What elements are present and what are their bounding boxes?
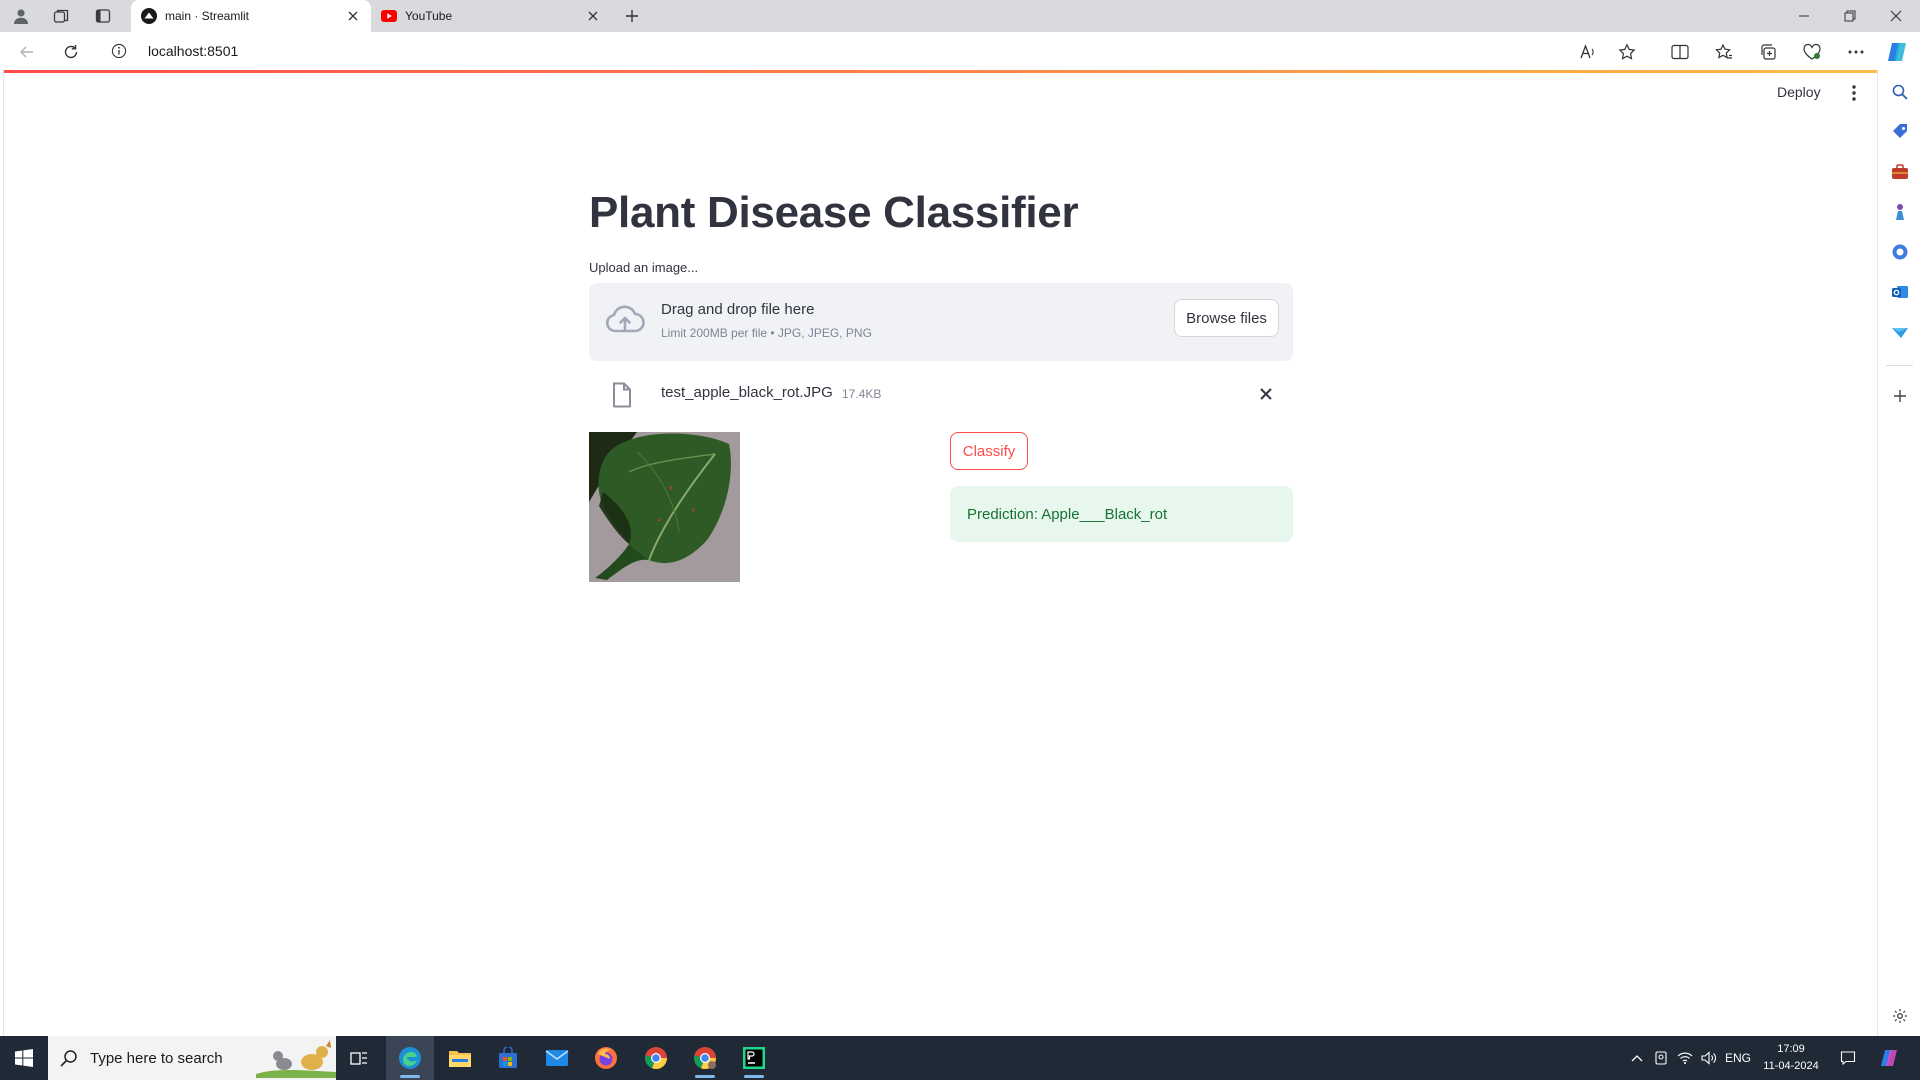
tab-title: main · Streamlit — [165, 9, 250, 23]
sidebar-separator — [1886, 365, 1913, 366]
browser-tab-strip: main · Streamlit YouTube — [0, 0, 1920, 32]
profile-icon[interactable] — [10, 5, 32, 27]
close-tab-icon[interactable] — [585, 8, 601, 24]
taskbar-chrome-profile-icon[interactable] — [681, 1036, 729, 1080]
clock-time: 17:09 — [1777, 1043, 1805, 1055]
windows-taskbar: Type here to search ENG 17:09 11-04-2024 — [0, 1036, 1920, 1080]
show-hidden-icons-icon[interactable] — [1626, 1036, 1648, 1080]
cloud-upload-icon — [605, 303, 645, 339]
search-highlight-illustration-icon — [256, 1040, 336, 1078]
tab-streamlit[interactable]: main · Streamlit — [131, 0, 371, 32]
remove-file-icon[interactable] — [1257, 385, 1275, 403]
file-dropzone[interactable]: Drag and drop file here Limit 200MB per … — [589, 283, 1293, 361]
sidebar-settings-icon[interactable] — [1889, 1005, 1911, 1027]
tab-youtube[interactable]: YouTube — [371, 0, 611, 32]
notifications-icon[interactable] — [1834, 1036, 1862, 1080]
refresh-icon[interactable] — [58, 39, 84, 65]
drag-drop-text: Drag and drop file here — [661, 301, 815, 318]
back-icon[interactable] — [14, 39, 40, 65]
uploaded-file-item: test_apple_black_rot.JPG 17.4KB — [589, 372, 1293, 416]
restore-button[interactable] — [1828, 0, 1872, 32]
classify-button[interactable]: Classify — [950, 432, 1028, 470]
sidebar-tools-icon[interactable] — [1889, 161, 1911, 183]
streamlit-app: Deploy Plant Disease Classifier Upload a… — [3, 70, 1877, 1036]
taskbar-search-box[interactable]: Type here to search — [48, 1036, 336, 1080]
sidebar-drop-icon[interactable] — [1889, 321, 1911, 343]
prediction-alert: Prediction: Apple___Black_rot — [950, 486, 1293, 542]
streamlit-favicon-icon — [141, 8, 157, 24]
taskbar-chrome-icon[interactable] — [632, 1036, 680, 1080]
volume-icon[interactable] — [1698, 1036, 1720, 1080]
system-clock[interactable]: 17:09 11-04-2024 — [1758, 1041, 1824, 1075]
taskbar-file-explorer-icon[interactable] — [436, 1036, 484, 1080]
deploy-button[interactable]: Deploy — [1777, 84, 1821, 100]
url-text: localhost:8501 — [148, 43, 239, 59]
minimize-button[interactable] — [1782, 0, 1826, 32]
copilot-taskbar-icon[interactable] — [1874, 1036, 1906, 1080]
upload-limit-text: Limit 200MB per file • JPG, JPEG, PNG — [661, 326, 872, 340]
file-icon — [611, 382, 633, 408]
read-aloud-icon[interactable] — [1577, 41, 1599, 63]
youtube-favicon-icon — [381, 8, 397, 24]
sidebar-outlook-icon[interactable] — [1889, 281, 1911, 303]
taskbar-firefox-icon[interactable] — [582, 1036, 630, 1080]
site-info-icon[interactable] — [104, 43, 134, 59]
favorites-icon[interactable] — [1713, 41, 1735, 63]
task-view-icon[interactable] — [335, 1036, 383, 1080]
new-tab-button[interactable] — [620, 5, 644, 27]
uploader-label: Upload an image... — [589, 260, 699, 275]
main-menu-icon[interactable] — [1846, 84, 1862, 102]
search-icon — [60, 1049, 80, 1067]
clock-date: 11-04-2024 — [1763, 1060, 1819, 1072]
uploaded-file-name: test_apple_black_rot.JPG — [661, 384, 833, 401]
taskbar-store-icon[interactable] — [484, 1036, 532, 1080]
tab-actions-icon[interactable] — [92, 5, 114, 27]
sidebar-games-icon[interactable] — [1889, 201, 1911, 223]
header-decoration — [4, 70, 1877, 73]
close-tab-icon[interactable] — [345, 8, 361, 24]
search-placeholder: Type here to search — [90, 1049, 223, 1067]
language-indicator[interactable]: ENG — [1722, 1036, 1754, 1080]
copilot-icon[interactable] — [1886, 41, 1908, 63]
more-options-icon[interactable] — [1845, 41, 1867, 63]
browse-files-button[interactable]: Browse files — [1174, 299, 1279, 337]
meet-now-icon[interactable] — [1650, 1036, 1672, 1080]
uploaded-file-size: 17.4KB — [842, 387, 882, 401]
collections-icon[interactable] — [1757, 41, 1779, 63]
sidebar-add-icon[interactable] — [1889, 385, 1911, 407]
page-title: Plant Disease Classifier — [589, 188, 1079, 237]
wifi-icon[interactable] — [1674, 1036, 1696, 1080]
uploaded-leaf-image — [589, 432, 740, 582]
close-window-button[interactable] — [1874, 0, 1918, 32]
taskbar-edge-icon[interactable] — [386, 1036, 434, 1080]
taskbar-mail-icon[interactable] — [533, 1036, 581, 1080]
address-bar[interactable]: localhost:8501 — [104, 36, 1644, 66]
sidebar-office-icon[interactable] — [1889, 241, 1911, 263]
favorite-star-icon[interactable] — [1616, 41, 1638, 63]
sidebar-shopping-icon[interactable] — [1889, 121, 1911, 143]
windows-start-icon[interactable] — [0, 1036, 48, 1080]
sidebar-search-icon[interactable] — [1889, 81, 1911, 103]
browser-toolbar: localhost:8501 — [0, 32, 1920, 70]
edge-sidebar — [1877, 70, 1920, 1036]
workspaces-icon[interactable] — [50, 5, 72, 27]
taskbar-pycharm-icon[interactable] — [730, 1036, 778, 1080]
split-screen-icon[interactable] — [1669, 41, 1691, 63]
tab-title: YouTube — [405, 9, 453, 23]
browser-essentials-icon[interactable] — [1801, 41, 1823, 63]
